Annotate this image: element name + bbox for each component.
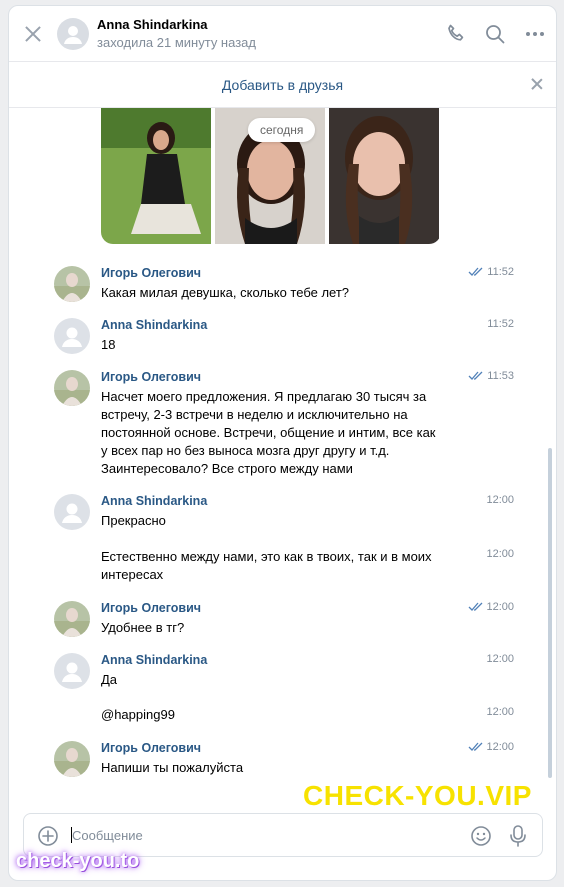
message-time: 12:00: [486, 494, 514, 506]
message-time: 12:00: [486, 601, 514, 613]
emoji-icon[interactable]: [470, 825, 492, 847]
message-item: Anna Shindarkina 12:00 Прекрасно: [54, 494, 514, 534]
search-icon[interactable]: [483, 22, 507, 46]
avatar[interactable]: [54, 653, 90, 689]
message-item: Anna Shindarkina 12:00 Да: [54, 653, 514, 693]
avatar[interactable]: [54, 370, 90, 406]
message-text: Напиши ты пожалуйста: [101, 760, 244, 775]
close-icon[interactable]: [23, 24, 43, 44]
avatar[interactable]: [54, 318, 90, 354]
more-icon[interactable]: [523, 22, 547, 46]
message-text: Какая милая девушка, сколько тебе лет?: [101, 285, 350, 300]
message-item: Игорь Олегович 11:53 Насчет моего предло…: [54, 370, 514, 480]
read-checkmarks-icon: [468, 742, 483, 751]
message-author[interactable]: Игорь Олегович: [101, 370, 201, 384]
avatar[interactable]: [54, 494, 90, 530]
message-time: 11:53: [487, 370, 514, 382]
contact-name[interactable]: Anna Shindarkina: [97, 17, 208, 32]
message-time: 12:00: [486, 706, 514, 718]
contact-status: заходила 21 минуту назад: [97, 35, 256, 50]
message-time: 12:00: [486, 548, 514, 560]
message-text: Прекрасно: [101, 513, 166, 528]
chat-header: Anna Shindarkina заходила 21 минуту наза…: [9, 6, 556, 62]
watermark-corner: check-you.to: [16, 850, 140, 872]
message-time: 11:52: [487, 318, 514, 330]
read-checkmarks-icon: [468, 371, 483, 380]
message-text: Удобнее в тг?: [101, 620, 185, 635]
avatar[interactable]: [54, 741, 90, 777]
message-author[interactable]: Anna Shindarkina: [101, 318, 207, 332]
message-author[interactable]: Игорь Олегович: [101, 266, 201, 280]
message-item: 12:00 Естественно между нами, это как в …: [54, 548, 514, 588]
photo-thumbnail[interactable]: [101, 108, 211, 244]
avatar[interactable]: [54, 266, 90, 302]
message-author[interactable]: Anna Shindarkina: [101, 494, 207, 508]
avatar[interactable]: [54, 601, 90, 637]
message-item: Игорь Олегович 12:00 Удобнее в тг?: [54, 601, 514, 641]
photo-thumbnail[interactable]: [329, 108, 439, 244]
message-author[interactable]: Игорь Олегович: [101, 601, 201, 615]
message-text: Естественно между нами, это как в твоих,…: [101, 549, 432, 582]
message-input[interactable]: Сообщение: [72, 828, 143, 843]
read-checkmarks-icon: [468, 602, 483, 611]
read-checkmarks-icon: [468, 267, 483, 276]
message-text: Насчет моего предложения. Я предлагаю 30…: [101, 389, 436, 476]
attach-icon[interactable]: [37, 825, 59, 847]
message-author[interactable]: Anna Shindarkina: [101, 653, 207, 667]
phone-icon[interactable]: [444, 22, 468, 46]
scrollbar[interactable]: [548, 448, 552, 778]
message-item: Игорь Олегович 12:00 Напиши ты пожалуйст…: [54, 741, 514, 781]
message-text: Да: [101, 672, 118, 687]
message-text: 18: [101, 337, 116, 352]
message-time: 12:00: [486, 741, 514, 753]
add-friend-button[interactable]: Добавить в друзья: [9, 77, 556, 93]
date-separator: сегодня: [248, 118, 316, 142]
chat-window: Anna Shindarkina заходила 21 минуту наза…: [8, 5, 557, 881]
message-history: сегодня Игорь Олегович 11:52 Какая милая…: [9, 108, 556, 808]
message-text[interactable]: @happing99: [101, 706, 441, 724]
close-icon[interactable]: [530, 77, 544, 91]
message-item: Игорь Олегович 11:52 Какая милая девушка…: [54, 266, 514, 306]
message-item: 12:00 @happing99: [54, 706, 514, 728]
message-item: Anna Shindarkina 11:52 18: [54, 318, 514, 358]
watermark-text: CHECK-YOU.VIP: [303, 780, 532, 811]
message-time: 11:52: [487, 266, 514, 278]
add-friend-bar: Добавить в друзья: [9, 62, 556, 108]
avatar[interactable]: [57, 18, 89, 50]
message-author[interactable]: Игорь Олегович: [101, 741, 201, 755]
message-time: 12:00: [486, 653, 514, 665]
microphone-icon[interactable]: [508, 824, 528, 848]
